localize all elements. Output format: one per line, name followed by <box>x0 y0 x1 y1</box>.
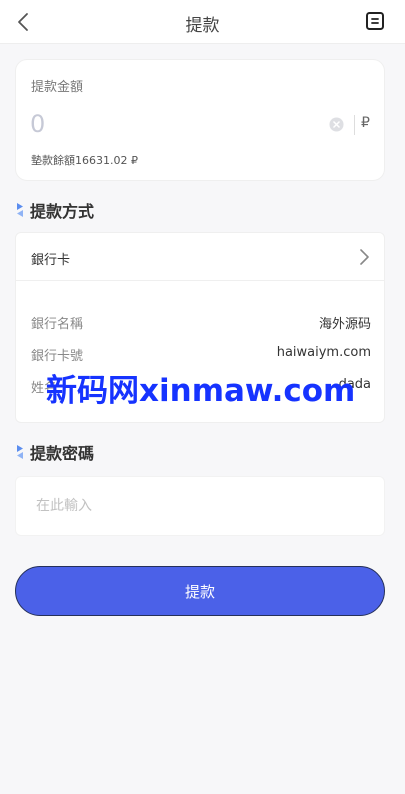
password-section-title: 提款密碼 <box>15 440 94 464</box>
bank-name-label: 銀行名稱 <box>31 317 84 332</box>
page-title: 提款 <box>185 16 220 36</box>
amount-input[interactable]: 0 <box>30 110 45 138</box>
method-section-label: 提款方式 <box>30 202 95 221</box>
method-section-title: 提款方式 <box>15 198 94 222</box>
card-number-value: haiwaiym.com <box>276 345 371 360</box>
password-section-label: 提款密碼 <box>30 444 95 463</box>
amount-divider <box>354 115 355 135</box>
clear-icon[interactable] <box>329 117 344 132</box>
submit-button[interactable]: 提款 <box>15 566 385 616</box>
card-number-label: 銀行卡號 <box>31 349 84 364</box>
bank-name-row: 銀行名稱 海外源码 <box>31 311 371 333</box>
bank-name-value: 海外源码 <box>318 317 371 332</box>
method-selector[interactable]: 銀行卡 <box>16 233 384 281</box>
app-header: 提款 <box>0 0 405 44</box>
amount-label: 提款金額 <box>31 80 84 95</box>
balance-text: 墊款餘額16631.02 ₽ <box>31 154 138 167</box>
currency-symbol: ₽ <box>361 115 370 131</box>
section-mark-icon <box>17 203 23 217</box>
password-card <box>15 476 385 536</box>
password-input[interactable] <box>16 477 384 535</box>
card-number-row: 銀行卡號 haiwaiym.com <box>31 343 371 365</box>
watermark-text: 新码网xinmaw.com <box>46 373 356 409</box>
method-selected-label: 銀行卡 <box>31 253 71 268</box>
amount-card: 提款金額 0 ₽ 墊款餘額16631.02 ₽ <box>15 59 385 181</box>
document-icon[interactable] <box>365 11 385 31</box>
section-mark-icon <box>17 445 23 459</box>
chevron-right-icon <box>360 249 369 265</box>
